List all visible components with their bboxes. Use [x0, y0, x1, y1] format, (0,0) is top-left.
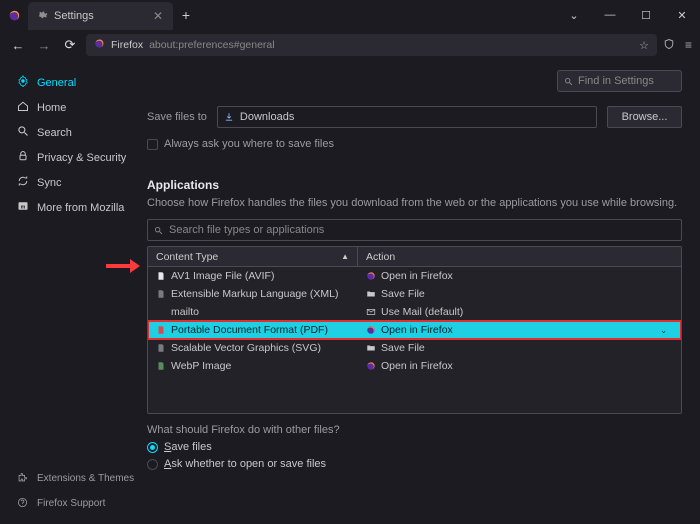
sort-asc-icon: ▲: [341, 252, 349, 261]
puzzle-icon: [16, 472, 29, 486]
sidebar-bottom-extensions-themes[interactable]: Extensions & Themes: [16, 466, 137, 491]
search-icon: [16, 125, 29, 140]
col-content-type[interactable]: Content Type ▲: [148, 247, 358, 266]
applications-table: Content Type ▲ Action AV1 Image File (AV…: [147, 246, 682, 414]
chevron-down-icon[interactable]: ⌄: [556, 9, 592, 22]
moz-icon: m: [16, 200, 29, 215]
lock-icon: [16, 150, 29, 165]
table-row[interactable]: mailtoUse Mail (default): [148, 303, 681, 321]
sidebar-item-privacy-security[interactable]: Privacy & Security: [16, 145, 137, 170]
col-action[interactable]: Action: [358, 247, 681, 266]
firefox-app-icon: [0, 9, 28, 22]
applications-heading: Applications: [147, 178, 682, 192]
table-row[interactable]: WebP ImageOpen in Firefox: [148, 357, 681, 375]
sidebar-bottom-firefox-support[interactable]: Firefox Support: [16, 491, 137, 516]
sidebar-item-more-from-mozilla[interactable]: mMore from Mozilla: [16, 195, 137, 220]
browse-button[interactable]: Browse...: [607, 106, 682, 128]
sync-icon: [16, 175, 29, 190]
firefox-brand-icon: [94, 38, 105, 52]
table-row[interactable]: Portable Document Format (PDF)Open in Fi…: [148, 321, 681, 339]
file-type-icon: [156, 361, 166, 371]
sidebar-item-search[interactable]: Search: [16, 120, 137, 145]
action-icon: [366, 325, 376, 335]
browser-tab[interactable]: Settings ✕: [28, 2, 173, 30]
search-icon: [564, 77, 573, 86]
gear-icon: [16, 75, 29, 90]
file-type-icon: [156, 271, 166, 281]
action-icon: [366, 307, 376, 317]
action-icon: [366, 271, 376, 281]
search-applications-input[interactable]: Search file types or applications: [147, 219, 682, 241]
sidebar-item-home[interactable]: Home: [16, 95, 137, 120]
radio-on-icon: [147, 442, 158, 453]
file-type-icon: [156, 325, 166, 335]
table-row[interactable]: Scalable Vector Graphics (SVG)Save File: [148, 339, 681, 357]
maximize-icon[interactable]: ☐: [628, 9, 664, 22]
bookmark-icon[interactable]: ☆: [639, 39, 649, 52]
reload-button[interactable]: ⟳: [60, 37, 80, 53]
file-type-icon: [156, 307, 166, 317]
new-tab-button[interactable]: +: [173, 7, 199, 23]
action-icon: [366, 343, 376, 353]
tab-label: Settings: [54, 10, 94, 22]
sidebar: GeneralHomeSearchPrivacy & SecuritySyncm…: [0, 60, 137, 524]
menu-icon[interactable]: ≡: [685, 38, 692, 53]
home-icon: [16, 100, 29, 115]
radio-off-icon: [147, 459, 158, 470]
chevron-down-icon[interactable]: ⌄: [660, 326, 667, 335]
back-button[interactable]: ←: [8, 38, 28, 53]
close-window-icon[interactable]: ✕: [664, 9, 700, 22]
window-controls: ⌄ ― ☐ ✕: [556, 9, 700, 22]
radio-ask[interactable]: Ask whether to open or save files: [147, 458, 682, 470]
applications-subtitle: Choose how Firefox handles the files you…: [147, 196, 682, 211]
file-type-icon: [156, 343, 166, 353]
search-icon: [154, 226, 163, 235]
url-bar: ← → ⟳ Firefox about:preferences#general …: [0, 30, 700, 60]
shield-icon[interactable]: [663, 38, 675, 53]
table-row[interactable]: Extensible Markup Language (XML)Save Fil…: [148, 285, 681, 303]
address-bar[interactable]: Firefox about:preferences#general ☆: [86, 34, 657, 56]
find-in-settings-input[interactable]: Find in Settings: [557, 70, 682, 92]
main-panel: Find in Settings Save files to Downloads…: [137, 60, 700, 524]
download-icon: [224, 112, 234, 122]
help-icon: [16, 497, 29, 511]
find-placeholder: Find in Settings: [578, 75, 654, 87]
titlebar: Settings ✕ + ⌄ ― ☐ ✕: [0, 0, 700, 30]
sidebar-item-sync[interactable]: Sync: [16, 170, 137, 195]
forward-button: →: [34, 38, 54, 53]
download-folder-field[interactable]: Downloads: [217, 106, 597, 128]
sidebar-item-general[interactable]: General: [16, 70, 137, 95]
always-ask-checkbox[interactable]: Always ask you where to save files: [147, 138, 682, 150]
close-icon[interactable]: ✕: [153, 9, 163, 23]
radio-save-files[interactable]: Save files: [147, 441, 682, 453]
save-files-label: Save files to: [147, 111, 207, 123]
download-folder-name: Downloads: [240, 111, 294, 123]
url-text: about:preferences#general: [149, 39, 275, 51]
checkbox-icon: [147, 139, 158, 150]
gear-icon: [38, 10, 48, 23]
other-files-question: What should Firefox do with other files?: [147, 424, 682, 436]
file-type-icon: [156, 289, 166, 299]
action-icon: [366, 289, 376, 299]
table-row[interactable]: AV1 Image File (AVIF)Open in Firefox: [148, 267, 681, 285]
minimize-icon[interactable]: ―: [592, 9, 628, 22]
url-brand: Firefox: [111, 39, 143, 51]
action-icon: [366, 361, 376, 371]
svg-text:m: m: [20, 204, 25, 210]
